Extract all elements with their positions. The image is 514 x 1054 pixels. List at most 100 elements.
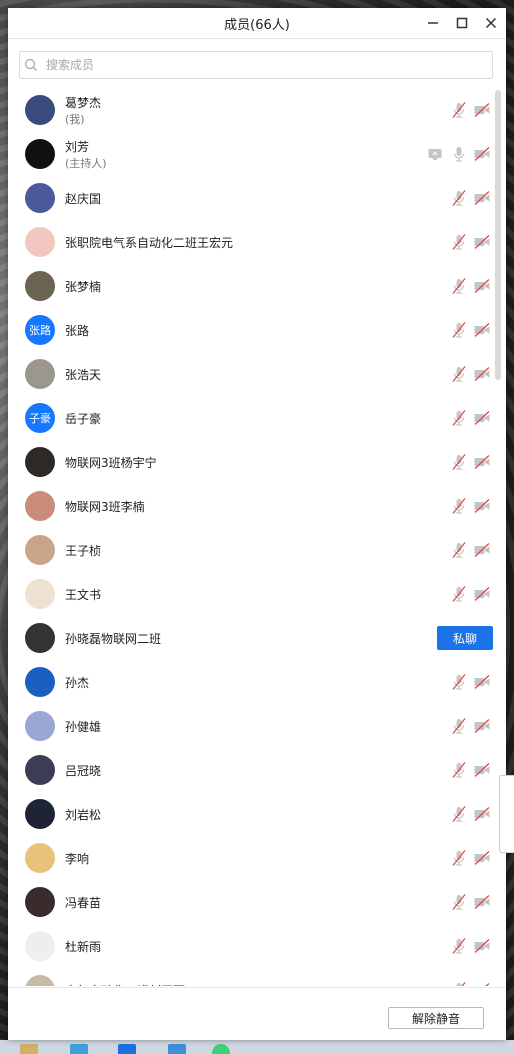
mic-muted-icon[interactable] [450,101,468,119]
avatar [25,447,55,477]
close-button[interactable] [480,13,502,33]
mic-muted-icon[interactable] [450,453,468,471]
member-row[interactable]: 孙健雄 [8,704,492,748]
mic-muted-icon[interactable] [450,717,468,735]
mic-muted-icon[interactable] [450,673,468,691]
avatar [25,491,55,521]
member-name: 吕冠晓 [65,764,102,778]
member-row[interactable]: 物联网3班杨宇宁 [8,440,492,484]
member-row[interactable]: 张梦楠 [8,264,492,308]
member-row[interactable]: 冯春苗 [8,880,492,924]
maximize-button[interactable] [451,13,473,33]
camera-off-icon[interactable] [473,365,491,383]
titlebar: 成员(66人) [8,8,506,39]
member-name: 杜新雨 [65,940,102,954]
search-input[interactable] [42,58,492,72]
member-row[interactable]: 吕冠晓 [8,748,492,792]
private-chat-button[interactable]: 私聊 [437,626,493,650]
member-name: 岳子豪 [65,412,102,426]
camera-off-icon[interactable] [473,497,491,515]
camera-off-icon[interactable] [473,673,491,691]
taskbar-app-icon[interactable] [212,1044,230,1054]
screen-share-icon[interactable] [426,145,444,163]
member-row[interactable]: 赵庆国 [8,176,492,220]
member-row[interactable]: 张职院电气系自动化二班王宏元 [8,220,492,264]
member-name: 孙杰 [65,676,90,690]
mic-muted-icon[interactable] [450,497,468,515]
member-row[interactable]: 孙杰 [8,660,492,704]
mic-muted-icon[interactable] [450,321,468,339]
mic-muted-icon[interactable] [450,849,468,867]
member-row[interactable]: 张浩天 [8,352,492,396]
member-list[interactable]: 葛梦杰 (我) 刘芳 (主持人) 赵庆国 张职院电气系自动化二班王宏元 张梦楠 … [8,88,506,986]
member-row[interactable]: 物联网3班李楠 [8,484,492,528]
member-role: (我) [65,113,85,126]
member-row[interactable]: 刘岩松 [8,792,492,836]
mic-muted-icon[interactable] [450,277,468,295]
member-name: 张路 [65,324,90,338]
mic-muted-icon[interactable] [450,409,468,427]
taskbar-app-icon[interactable] [70,1044,88,1054]
member-row[interactable]: 王文书 [8,572,492,616]
member-name: 赵庆国 [65,192,102,206]
member-name: 孙晓磊物联网二班 [65,632,162,646]
mic-muted-icon[interactable] [450,981,468,986]
list-scrollbar[interactable] [495,90,501,380]
avatar [25,755,55,785]
mic-muted-icon[interactable] [450,805,468,823]
camera-off-icon[interactable] [473,717,491,735]
member-row[interactable]: 子豪 岳子豪 [8,396,492,440]
avatar [25,931,55,961]
taskbar-app-icon[interactable] [118,1044,136,1054]
mic-muted-icon[interactable] [450,233,468,251]
avatar [25,623,55,653]
camera-off-icon[interactable] [473,453,491,471]
mic-icon[interactable] [450,145,468,163]
mic-muted-icon[interactable] [450,541,468,559]
avatar [25,271,55,301]
member-row[interactable]: 杜新雨 [8,924,492,968]
mic-muted-icon[interactable] [450,893,468,911]
avatar [25,843,55,873]
member-search[interactable] [19,51,493,79]
member-row[interactable]: 电气自动化二班刘王丽 [8,968,492,986]
camera-off-icon[interactable] [473,937,491,955]
camera-off-icon[interactable] [473,981,491,986]
mic-muted-icon[interactable] [450,189,468,207]
camera-off-icon[interactable] [473,805,491,823]
member-row[interactable]: 葛梦杰 (我) [8,88,492,132]
unmute-all-button[interactable]: 解除静音 [388,1007,484,1029]
member-name: 刘芳 [65,140,90,154]
member-row[interactable]: 李响 [8,836,492,880]
camera-off-icon[interactable] [473,321,491,339]
member-row[interactable]: 王子桢 [8,528,492,572]
member-row[interactable]: 刘芳 (主持人) [8,132,492,176]
camera-off-icon[interactable] [473,585,491,603]
camera-off-icon[interactable] [473,761,491,779]
avatar [25,887,55,917]
member-row[interactable]: 孙晓磊物联网二班 私聊 [8,616,493,660]
camera-off-icon[interactable] [473,849,491,867]
member-name: 张梦楠 [65,280,102,294]
mic-muted-icon[interactable] [450,365,468,383]
camera-off-icon[interactable] [473,101,491,119]
taskbar-app-icon[interactable] [168,1044,186,1054]
mic-muted-icon[interactable] [450,585,468,603]
mic-muted-icon[interactable] [450,761,468,779]
taskbar-app-icon[interactable] [20,1044,38,1054]
avatar [25,535,55,565]
camera-off-icon[interactable] [473,233,491,251]
member-row[interactable]: 张路 张路 [8,308,492,352]
maximize-icon [456,17,468,29]
minimize-button[interactable] [422,13,444,33]
member-name: 王文书 [65,588,102,602]
camera-off-icon[interactable] [473,145,491,163]
camera-off-icon[interactable] [473,893,491,911]
camera-off-icon[interactable] [473,541,491,559]
side-handle[interactable] [499,775,514,853]
mic-muted-icon[interactable] [450,937,468,955]
camera-off-icon[interactable] [473,189,491,207]
member-name: 物联网3班李楠 [65,500,145,514]
camera-off-icon[interactable] [473,277,491,295]
camera-off-icon[interactable] [473,409,491,427]
